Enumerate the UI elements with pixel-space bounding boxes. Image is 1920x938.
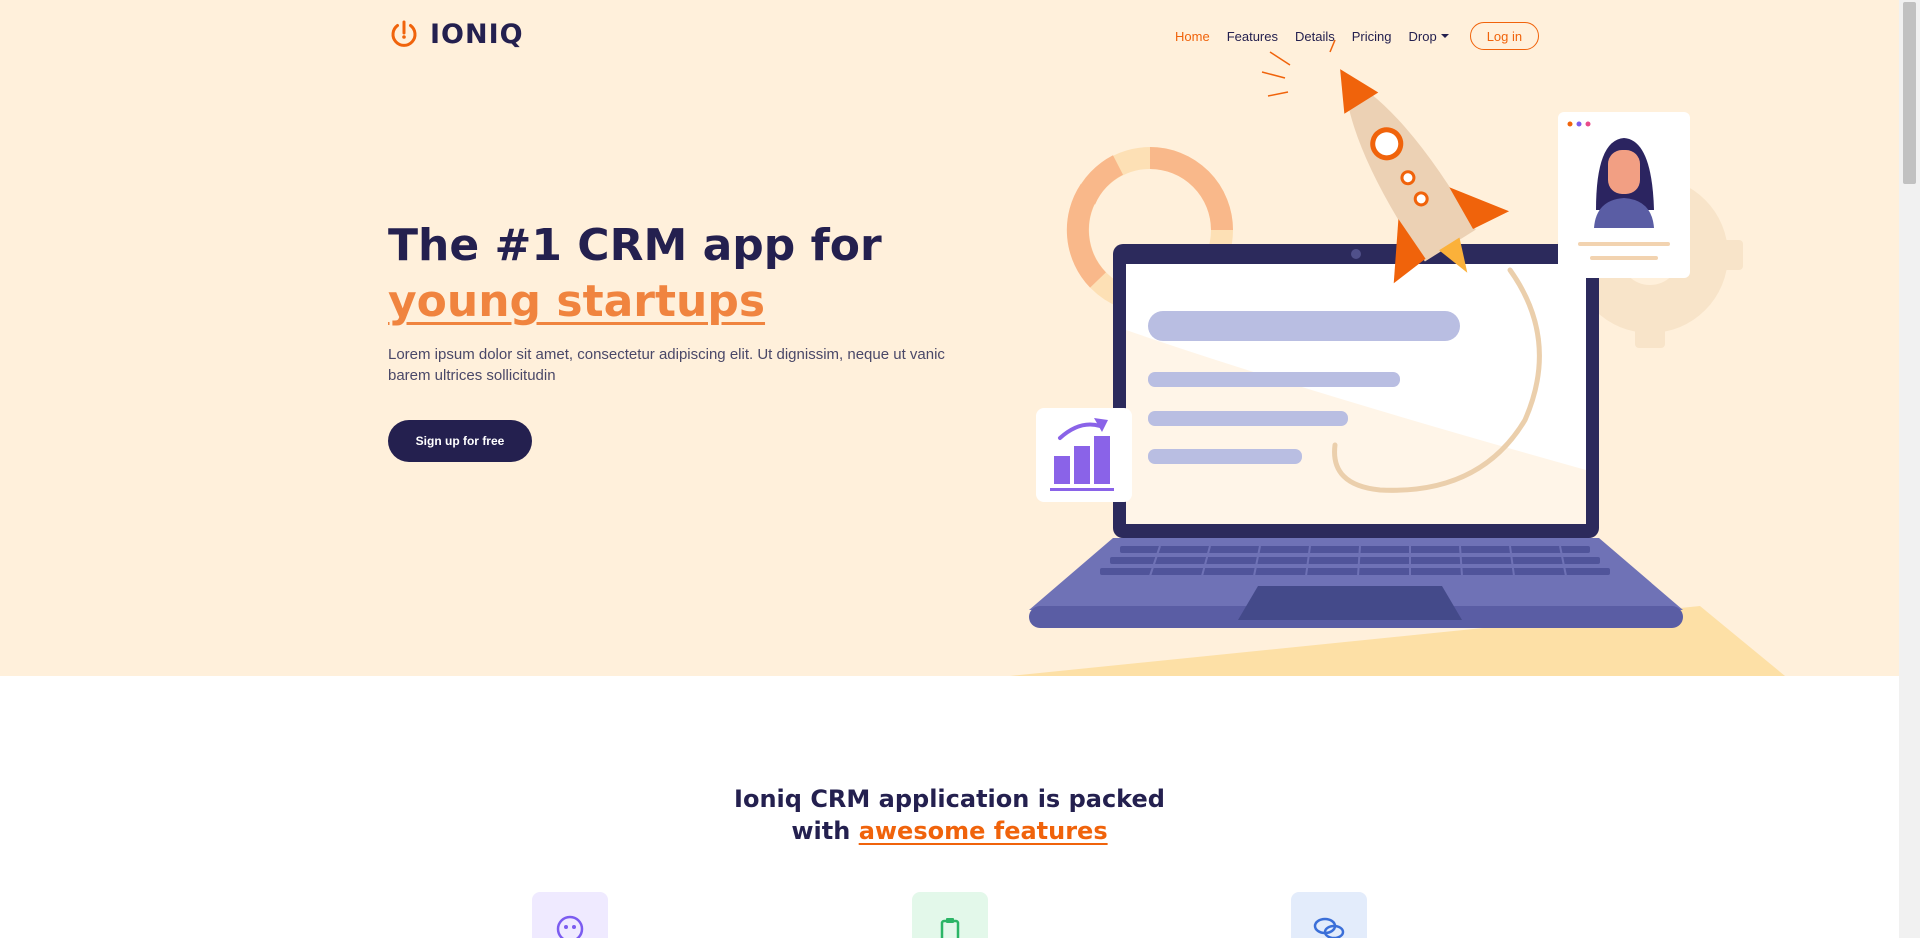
- chat-icon: [1313, 917, 1345, 938]
- feature-card-1: [532, 892, 608, 938]
- features-title: Ioniq CRM application is packed with awe…: [0, 783, 1899, 847]
- brand-logo[interactable]: IONIQ: [388, 18, 524, 50]
- hero-subtitle: Lorem ipsum dolor sit amet, consectetur …: [388, 346, 945, 384]
- scrollbar-thumb[interactable]: [1903, 2, 1916, 184]
- hero-title-accent: young startups: [388, 276, 766, 327]
- bar-chart-card: [1036, 408, 1132, 502]
- hero-illustration: [1010, 39, 1785, 676]
- clipboard-icon: [940, 918, 960, 938]
- brand-name: IONIQ: [430, 18, 524, 50]
- signup-button[interactable]: Sign up for free: [388, 420, 532, 462]
- power-icon: [391, 20, 417, 47]
- profile-card: [1558, 112, 1690, 278]
- page: IONIQ Home Features Details Pricing Drop…: [0, 0, 1899, 938]
- hero-title-line1: The #1 CRM app for: [388, 220, 882, 271]
- hero-section: IONIQ Home Features Details Pricing Drop…: [0, 0, 1899, 676]
- feature-card-3: [1291, 892, 1367, 938]
- features-title-prefix: with: [791, 817, 859, 845]
- vertical-scrollbar[interactable]: [1899, 0, 1920, 938]
- smile-icon: [556, 915, 584, 938]
- hero-title: The #1 CRM app for young startups: [388, 218, 882, 330]
- feature-card-2: [912, 892, 988, 938]
- rocket-sparks: [1261, 39, 1336, 97]
- features-title-accent: awesome features: [858, 817, 1108, 845]
- features-title-line1: Ioniq CRM application is packed: [734, 785, 1165, 813]
